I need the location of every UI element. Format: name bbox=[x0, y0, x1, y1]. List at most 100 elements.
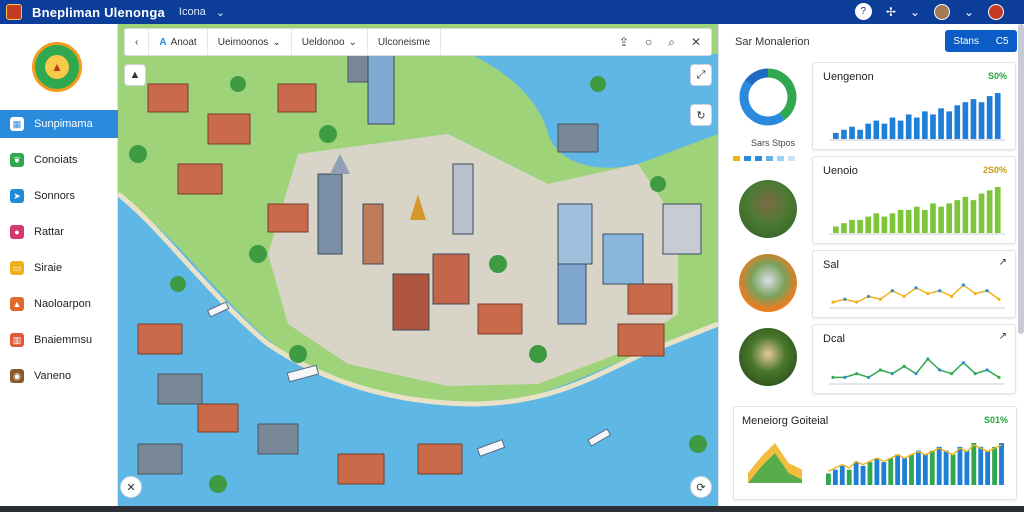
bar bbox=[978, 102, 985, 139]
map-toolbar: ‹ A Anoat Ueimoonos ⌄ Ueldonoo ⌄ Ulconeisme… bbox=[124, 28, 712, 56]
locate-icon[interactable]: ⟳ bbox=[690, 476, 712, 498]
brand-label: Anoat bbox=[170, 36, 197, 48]
bar bbox=[957, 446, 963, 485]
card-chart-1 bbox=[829, 187, 1005, 235]
bar bbox=[881, 216, 888, 233]
dropdown-2[interactable]: Ueldonoo ⌄ bbox=[292, 29, 368, 55]
garden-photo bbox=[739, 328, 797, 386]
settings-icon[interactable]: ✢ bbox=[886, 5, 896, 19]
city-map[interactable]: ‹ A Anoat Ueimoonos ⌄ Ueldonoo ⌄ Ulconeisme… bbox=[118, 24, 718, 506]
sidebar-item-1[interactable]: ❦ Conoiats bbox=[0, 146, 118, 174]
expand-icon[interactable]: ↗ bbox=[999, 257, 1007, 268]
bar bbox=[897, 210, 904, 233]
bar bbox=[889, 117, 896, 139]
card-value: S0% bbox=[987, 71, 1007, 81]
sidebar-item-0[interactable]: ▦ Sunpimama bbox=[0, 110, 118, 138]
bar bbox=[986, 190, 993, 233]
help-circle-icon[interactable]: ? bbox=[854, 3, 872, 20]
status-button[interactable]: Stans C5 bbox=[945, 30, 1017, 52]
point bbox=[997, 297, 1001, 301]
legend-swatch-1 bbox=[744, 156, 751, 161]
bar bbox=[950, 454, 956, 485]
point bbox=[843, 375, 847, 379]
sidebar-item-label: Naoloarpon bbox=[34, 298, 91, 310]
dropdown-3[interactable]: Ulconeisme bbox=[368, 29, 442, 55]
chevron-left-icon: ‹ bbox=[135, 36, 139, 48]
bar bbox=[943, 450, 949, 485]
donut-slice-0 bbox=[767, 68, 797, 121]
bar bbox=[873, 213, 880, 233]
monitor-panel: Sar Monalerion Stans C5 Sars Stpos Uenge… bbox=[718, 24, 1024, 506]
point bbox=[973, 372, 977, 376]
bar bbox=[865, 123, 872, 139]
sidebar-item-2[interactable]: ➤ Sonnors bbox=[0, 182, 118, 210]
card-title: Sal bbox=[823, 259, 839, 271]
bar bbox=[895, 454, 901, 485]
bar bbox=[881, 462, 887, 485]
bar bbox=[889, 213, 896, 233]
bar bbox=[849, 219, 855, 233]
app-title: Bnepliman Ulenonga bbox=[32, 4, 165, 20]
refresh-icon[interactable]: ↻ bbox=[690, 104, 712, 126]
bar bbox=[954, 200, 961, 233]
bar bbox=[970, 200, 977, 233]
point bbox=[949, 372, 954, 376]
point bbox=[831, 375, 835, 379]
card-title: Dcal bbox=[823, 333, 846, 345]
circle-icon[interactable]: ○ bbox=[645, 35, 652, 50]
chart-card-3: Dcal ↗ bbox=[812, 324, 1016, 394]
point bbox=[985, 368, 989, 372]
view-select[interactable]: Icona ⌄ bbox=[179, 6, 225, 19]
point bbox=[938, 368, 942, 372]
legend-swatch-0 bbox=[733, 156, 740, 161]
bar bbox=[978, 446, 984, 485]
expand-icon[interactable]: ↗ bbox=[999, 331, 1007, 342]
scrollbar[interactable] bbox=[1018, 24, 1024, 334]
donut-legend bbox=[733, 156, 795, 161]
sidebar: ▲ ▦ Sunpimama ❦ Conoiats ➤ Sonnors ● Rattar ▭ Sir… bbox=[0, 24, 118, 506]
point bbox=[997, 375, 1001, 379]
back-button[interactable]: ‹ bbox=[125, 29, 150, 55]
mountain-icon[interactable]: ▲ bbox=[124, 64, 146, 86]
dropdown-1[interactable]: Ueimoonos ⌄ bbox=[208, 29, 292, 55]
sidebar-item-7[interactable]: ◉ Vaneno bbox=[0, 362, 118, 390]
bar bbox=[865, 216, 872, 233]
avatar[interactable] bbox=[933, 3, 950, 20]
sidebar-item-label: Siraie bbox=[34, 262, 63, 274]
bar bbox=[833, 226, 839, 233]
dropdown-2-label: Ueldonoo bbox=[301, 36, 345, 48]
compass-icon[interactable]: ✕ bbox=[120, 476, 142, 498]
point bbox=[926, 291, 930, 296]
sidebar-item-3[interactable]: ● Rattar bbox=[0, 218, 118, 246]
bar bbox=[930, 114, 936, 139]
bar bbox=[978, 193, 985, 233]
close-icon[interactable]: ✕ bbox=[691, 35, 701, 50]
point bbox=[890, 289, 894, 293]
map-illustration bbox=[118, 24, 718, 506]
brand-selector[interactable]: A Anoat bbox=[149, 29, 208, 55]
bar bbox=[985, 450, 991, 485]
wide-card-title: Meneiorg Goiteial bbox=[742, 415, 829, 427]
bar bbox=[922, 111, 928, 139]
bar bbox=[994, 187, 1001, 233]
point bbox=[973, 291, 977, 296]
search-icon[interactable]: ⌕ bbox=[668, 35, 675, 50]
status-button-label: Stans bbox=[953, 35, 979, 47]
point bbox=[878, 297, 883, 301]
point bbox=[855, 372, 859, 376]
wide-card-value: S01% bbox=[983, 415, 1008, 425]
export-icon[interactable]: ⇪ bbox=[619, 35, 629, 50]
bar bbox=[832, 469, 838, 485]
sidebar-item-6[interactable]: ▥ Bnaiemmsu bbox=[0, 326, 118, 354]
sidebar-item-5[interactable]: ▲ Naoloarpon bbox=[0, 290, 118, 318]
dropdown-1-label: Ueimoonos bbox=[217, 36, 269, 48]
chevron-down-icon[interactable]: ⌄ bbox=[910, 5, 920, 19]
panel-title: Sar Monalerion bbox=[735, 36, 810, 48]
sidebar-item-4[interactable]: ▭ Siraie bbox=[0, 254, 118, 282]
bar bbox=[962, 102, 969, 139]
expand-icon[interactable]: ⤢ bbox=[690, 64, 712, 86]
notification-avatar[interactable] bbox=[988, 3, 1004, 20]
bar bbox=[929, 450, 935, 485]
chevron-down-icon[interactable]: ⌄ bbox=[964, 5, 974, 19]
point bbox=[890, 372, 894, 376]
